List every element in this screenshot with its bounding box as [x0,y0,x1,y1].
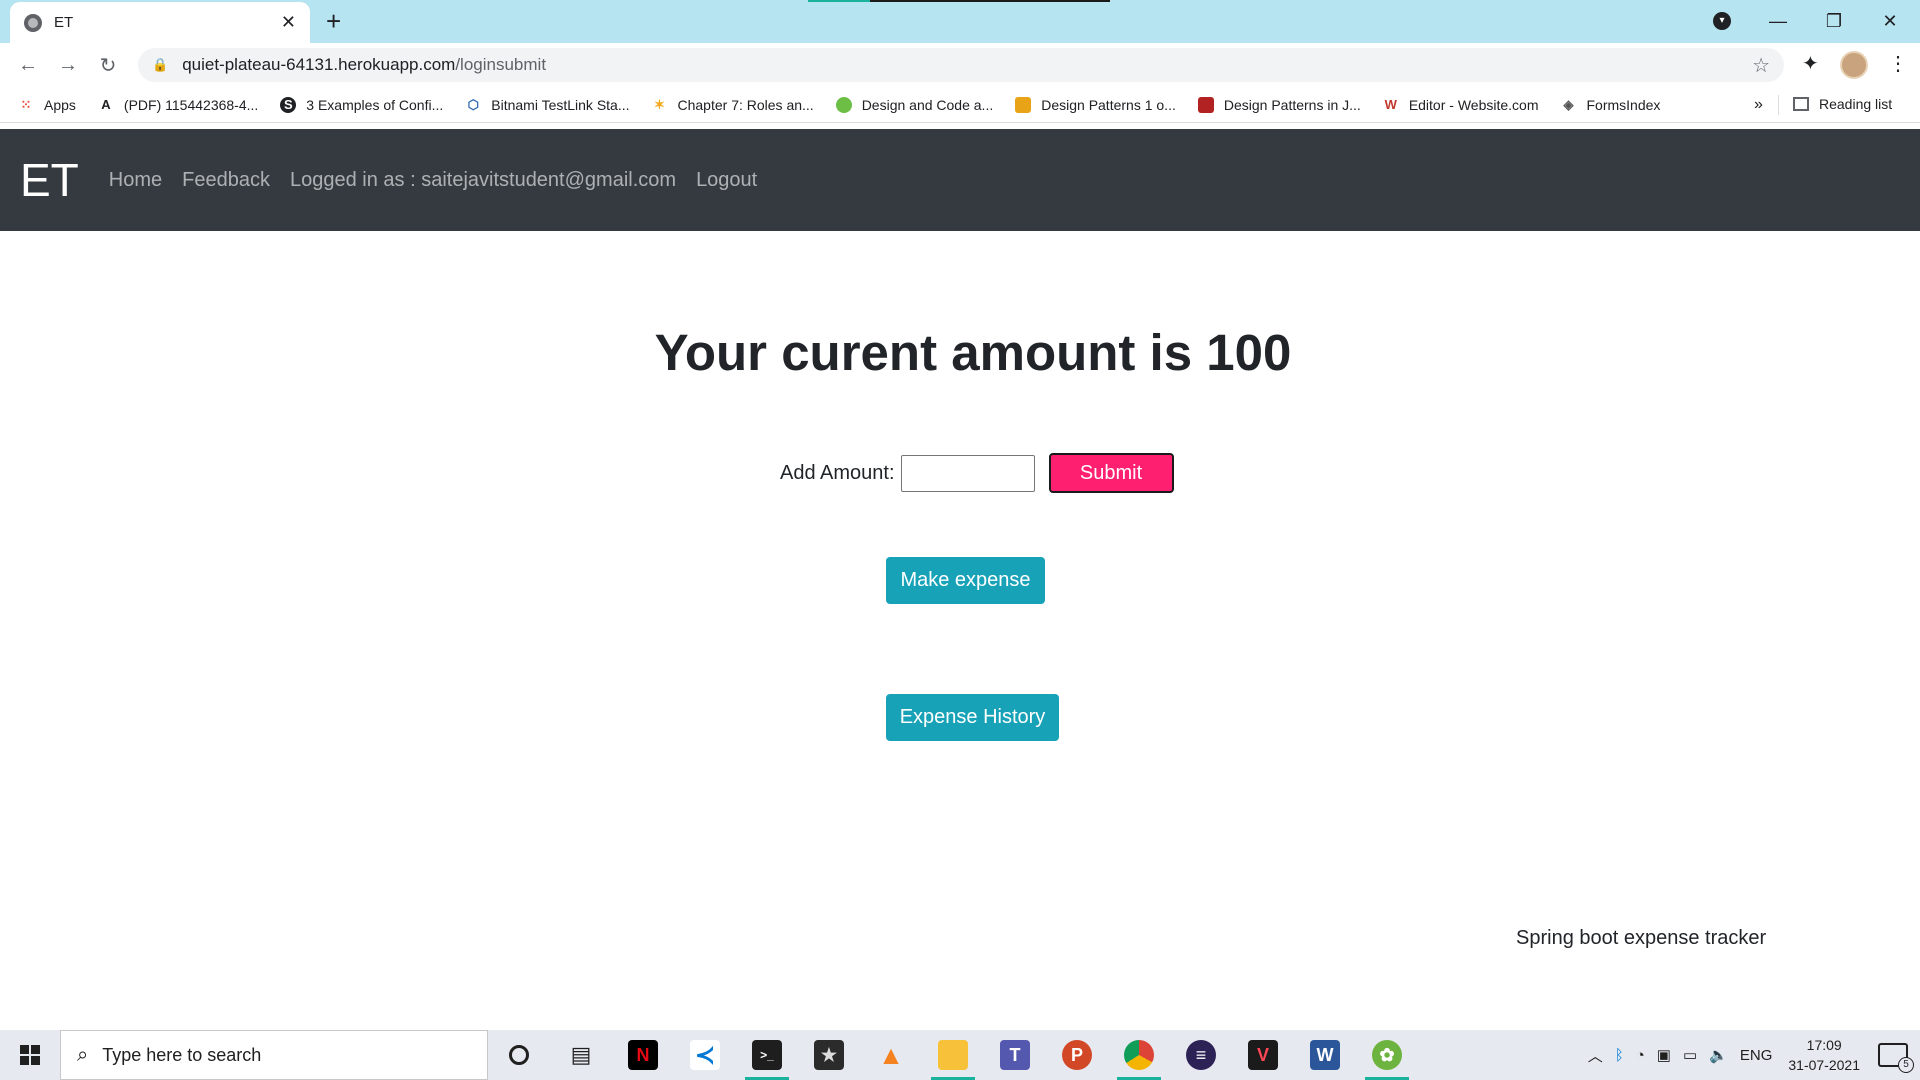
vscode-icon[interactable]: ≺ [674,1030,736,1080]
w-logo-icon: W [1384,97,1397,112]
notification-count: 5 [1898,1057,1914,1073]
bookmark-apps[interactable]: ⁙ Apps [18,97,76,113]
windows-taskbar: ⌕ Type here to search ▤ N ≺ >_ ★ ▲ T P ≡… [0,1030,1920,1080]
globe-icon [24,13,42,32]
reload-icon[interactable]: ↻ [88,53,128,78]
profile-avatar[interactable] [1840,51,1868,79]
nav-logged-in-as[interactable]: Logged in as : saitejavitstudent@gmail.c… [290,169,676,192]
notification-center-icon[interactable]: 5 [1878,1043,1914,1073]
book-cover-icon [1197,97,1214,113]
tab-title: ET [54,14,74,31]
brand-logo[interactable]: ET [20,153,79,207]
wifi-icon[interactable]: ◔ [1636,1047,1645,1064]
taskbar-search[interactable]: ⌕ Type here to search [60,1030,488,1080]
forms-icon: ◈ [1563,97,1574,112]
bitnami-icon: ⬡ [467,97,479,112]
nav-home[interactable]: Home [109,169,162,192]
teams-icon[interactable]: T [984,1030,1046,1080]
nav-feedback[interactable]: Feedback [182,169,270,192]
page-title: Your curent amount is 100 [654,324,1292,381]
netflix-icon[interactable]: N [612,1030,674,1080]
loading-progress [808,0,1110,2]
bookmark-item[interactable]: ⬡ Bitnami TestLink Sta... [465,97,630,113]
browser-toolbar: ← → ↻ 🔒 quiet-plateau-64131.herokuapp.co… [0,43,1920,88]
vlc-icon[interactable]: ▲ [860,1030,922,1080]
leaf-icon [835,97,852,113]
add-amount-label: Add Amount: [780,461,895,484]
window-controls: — ❐ ✕ [1750,0,1918,43]
nav-logout[interactable]: Logout [696,169,757,192]
file-explorer-icon[interactable] [922,1030,984,1080]
close-window-icon[interactable]: ✕ [1862,11,1918,32]
battery-icon[interactable]: ▭ [1683,1046,1697,1064]
browser-tab-strip: ET ✕ + ▾ — ❐ ✕ [0,0,1920,43]
bookmark-item[interactable]: Design and Code a... [835,97,993,113]
lock-icon[interactable]: 🔒 [152,57,168,73]
volume-icon[interactable]: 🔈 [1709,1046,1728,1064]
bookmark-item[interactable]: S3 Examples of Confi... [280,97,443,113]
apps-grid-icon: ⁙ [20,97,32,112]
spring-tool-suite-icon[interactable]: ✿ [1356,1030,1418,1080]
make-expense-button[interactable]: Make expense [886,557,1045,604]
bookmark-item[interactable]: Design Patterns in J... [1197,97,1361,113]
expense-history-button[interactable]: Expense History [886,694,1059,741]
clock[interactable]: 17:09 31-07-2021 [1788,1035,1860,1075]
s-logo-icon: S [280,97,297,113]
valorant-icon[interactable]: V [1232,1030,1294,1080]
word-icon[interactable]: W [1294,1030,1356,1080]
bookmark-item[interactable]: W Editor - Website.com [1383,97,1539,113]
footer-text: Spring boot expense tracker [1516,927,1767,949]
clock-date: 31-07-2021 [1788,1057,1860,1073]
task-view-icon[interactable]: ▤ [550,1030,612,1080]
submit-button[interactable]: Submit [1048,453,1174,493]
eclipse-icon[interactable]: ≡ [1170,1030,1232,1080]
add-amount-input[interactable] [900,454,1035,492]
bookmark-item[interactable]: ✶ Chapter 7: Roles an... [652,97,814,113]
language-indicator[interactable]: ENG [1740,1047,1773,1064]
bluetooth-icon[interactable]: ᛒ [1615,1047,1624,1064]
close-tab-icon[interactable]: ✕ [281,12,296,33]
owl-icon [1015,97,1032,113]
tab-search-icon[interactable]: ▾ [1713,12,1731,30]
add-amount-form: Add Amount: Submit [780,453,1174,493]
forward-icon[interactable]: → [48,54,88,77]
reading-list-button[interactable]: Reading list [1793,96,1892,112]
academia-a-icon: A [101,97,111,112]
system-tray: ︿ ᛒ ◔ ▣ ▭ 🔈 ENG 17:09 31-07-2021 5 [1582,1030,1920,1080]
sparkle-icon: ✶ [654,97,665,112]
star-app-icon[interactable]: ★ [798,1030,860,1080]
new-tab-button[interactable]: + [326,6,341,37]
terminal-icon[interactable]: >_ [736,1030,798,1080]
clock-time: 17:09 [1806,1037,1842,1053]
chrome-icon[interactable] [1108,1030,1170,1080]
bookmarks-divider [1778,95,1779,115]
back-icon[interactable]: ← [8,54,48,77]
browser-tab[interactable]: ET ✕ [10,2,310,43]
restore-icon[interactable]: ❐ [1806,11,1862,32]
search-icon: ⌕ [77,1043,89,1066]
bookmark-star-icon[interactable]: ☆ [1752,53,1770,78]
meet-now-icon[interactable]: ▣ [1657,1046,1671,1064]
url-text[interactable]: quiet-plateau-64131.herokuapp.com/logins… [182,55,546,75]
address-bar[interactable]: 🔒 quiet-plateau-64131.herokuapp.com/logi… [138,48,1784,82]
show-hidden-icons-icon[interactable]: ︿ [1588,1045,1603,1066]
more-bookmarks-button[interactable]: » [1754,96,1763,114]
cortana-circle-icon[interactable] [488,1030,550,1080]
minimize-icon[interactable]: — [1750,11,1806,32]
powerpoint-icon[interactable]: P [1046,1030,1108,1080]
app-navbar: ET Home Feedback Logged in as : saitejav… [0,129,1920,231]
bookmark-item[interactable]: A (PDF) 115442368-4... [98,97,258,113]
windows-start-icon[interactable] [0,1030,60,1080]
chrome-menu-icon[interactable]: ⋮ [1888,51,1908,76]
extensions-puzzle-icon[interactable]: ✦ [1802,51,1819,76]
bookmark-item[interactable]: ◈ FormsIndex [1560,97,1660,113]
reading-list-icon [1793,97,1809,111]
search-placeholder: Type here to search [102,1044,262,1065]
bookmark-item[interactable]: Design Patterns 1 o... [1015,97,1176,113]
bookmarks-bar: ⁙ Apps A (PDF) 115442368-4... S3 Examples … [0,88,1920,123]
